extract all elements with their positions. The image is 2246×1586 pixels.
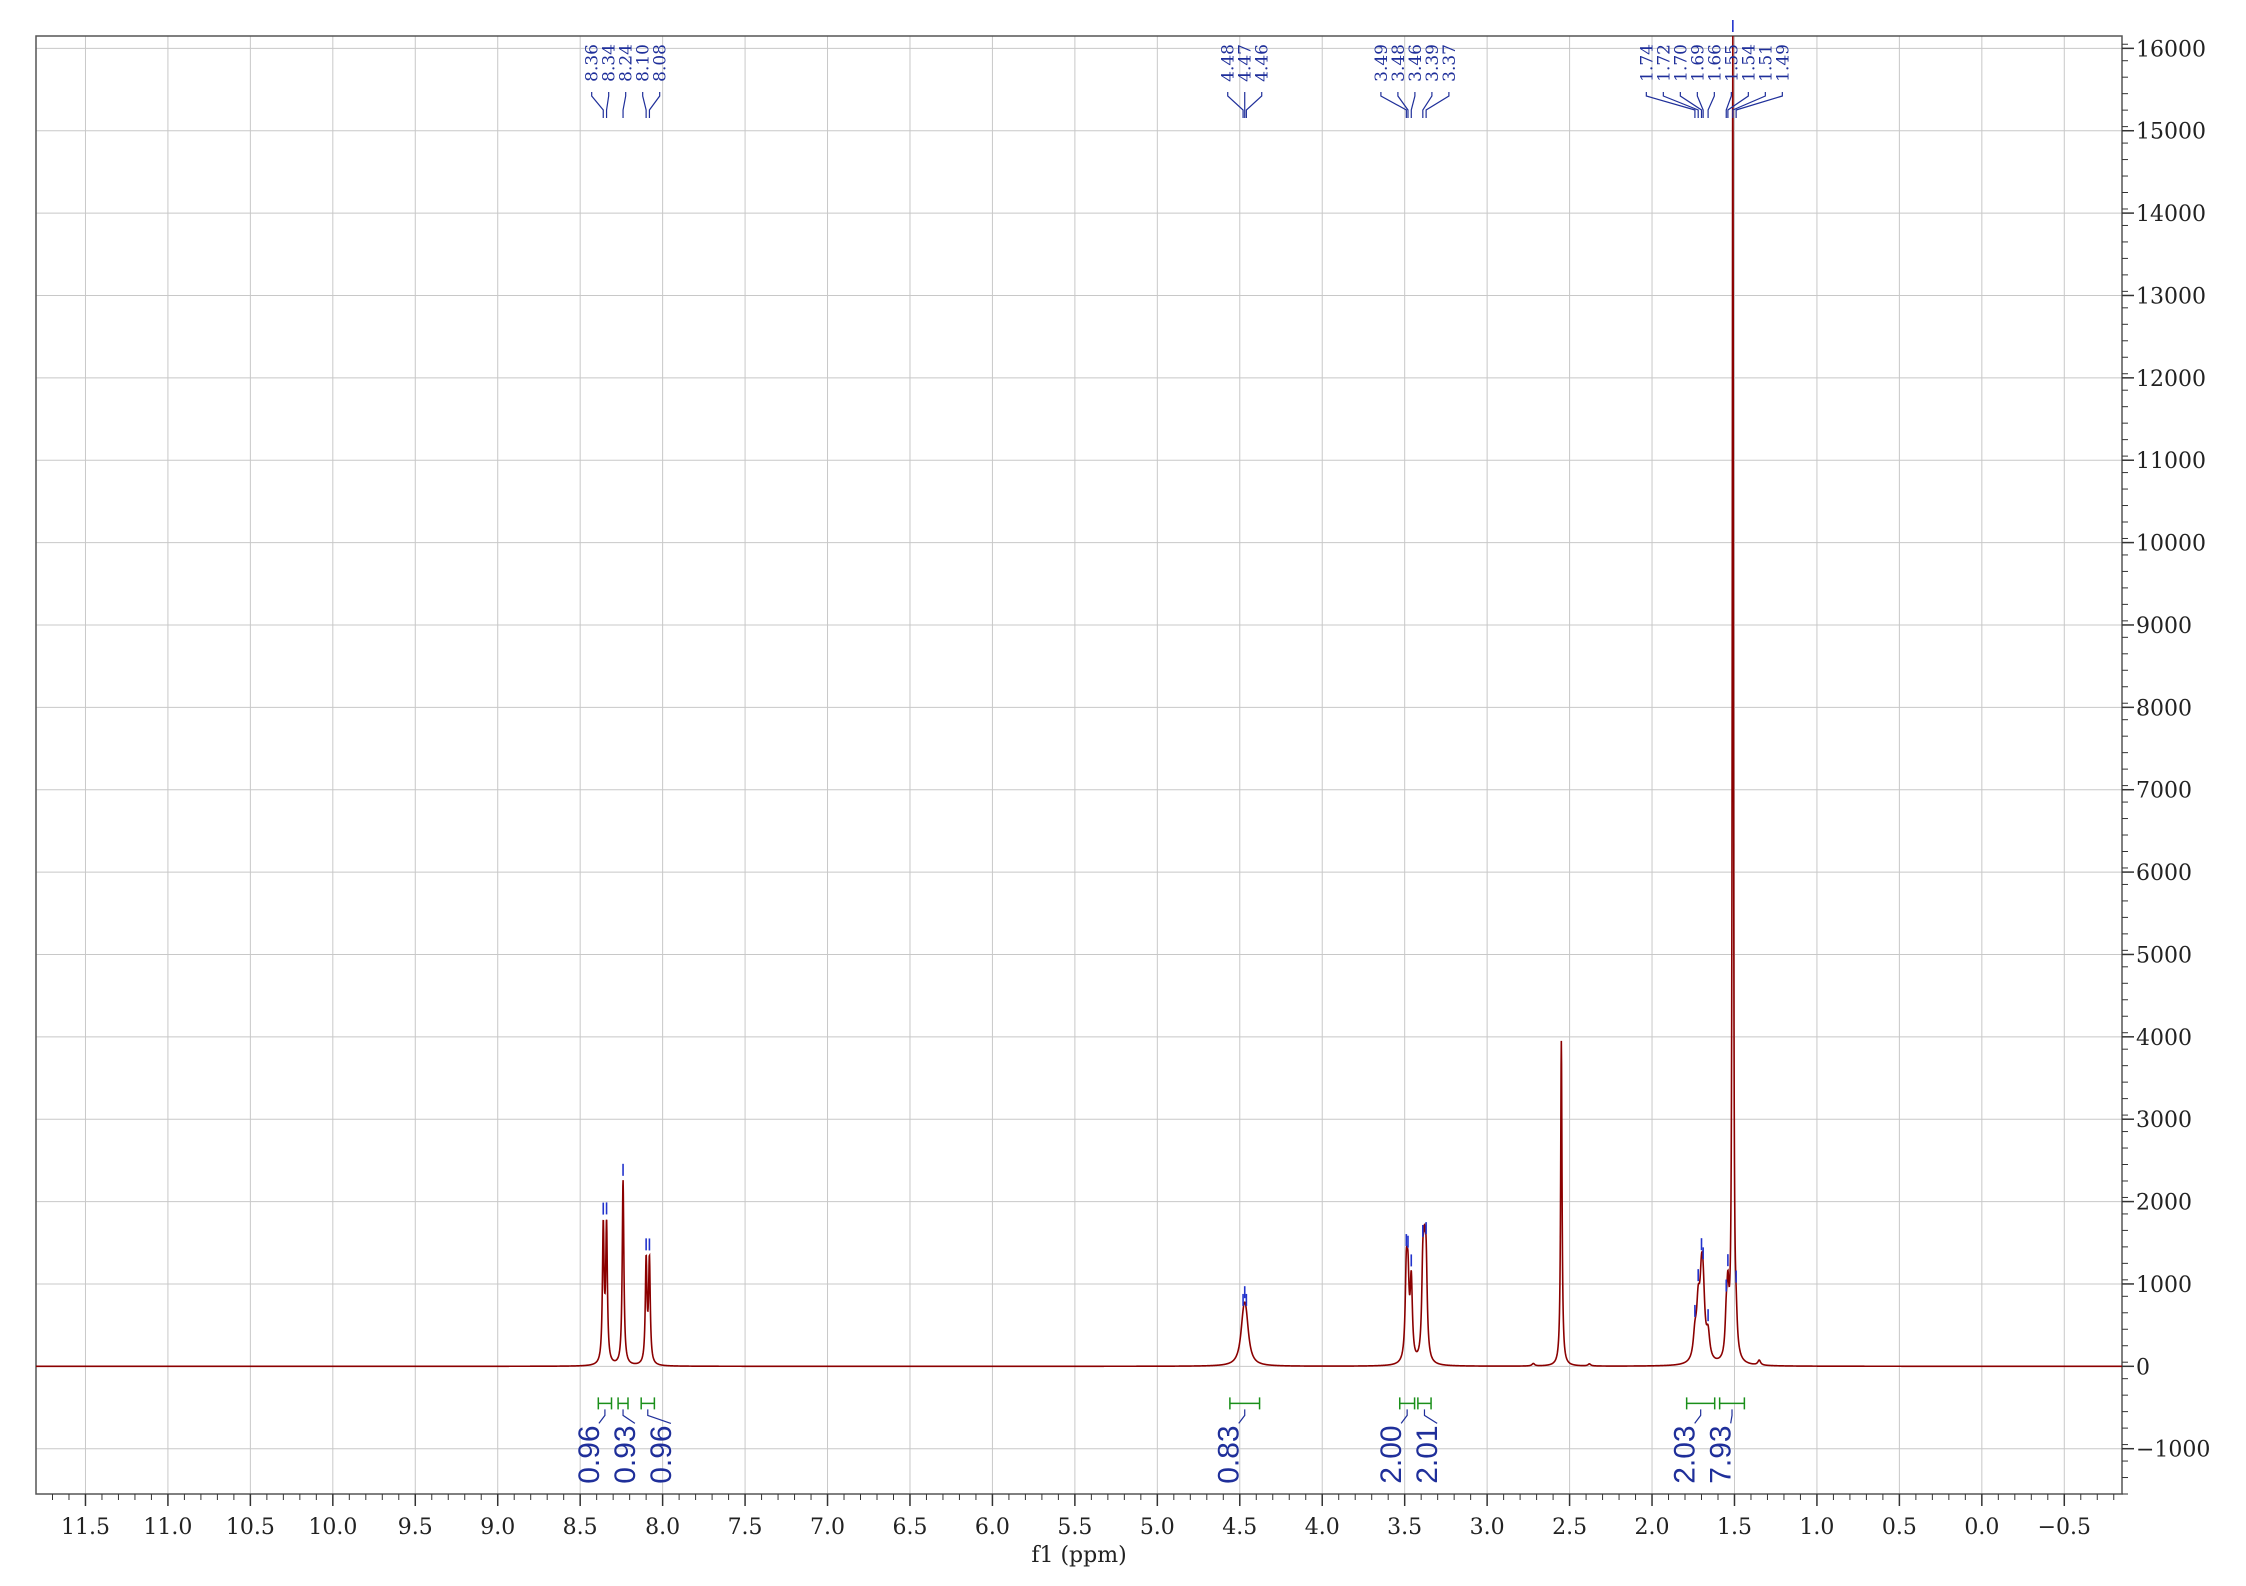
x-axis-title: f1 (ppm)	[1031, 1543, 1126, 1568]
peak-label: 8.08	[651, 44, 671, 82]
y-tick-label: −1000	[2136, 1438, 2210, 1463]
x-tick-label: 9.5	[398, 1515, 433, 1540]
y-tick-label: 3000	[2136, 1108, 2192, 1133]
x-tick-label: 6.0	[975, 1515, 1010, 1540]
x-tick-label: 0.0	[1964, 1515, 1999, 1540]
y-tick-label: 12000	[2136, 367, 2206, 392]
x-tick-label: 3.0	[1470, 1515, 1505, 1540]
x-tick-label: 7.0	[810, 1515, 845, 1540]
integral-label: 0.83	[1213, 1425, 1246, 1483]
y-tick-label: 16000	[2136, 37, 2206, 62]
y-tick-label: 11000	[2136, 449, 2206, 474]
x-tick-label: 2.5	[1552, 1515, 1587, 1540]
x-tick-label: 2.0	[1635, 1515, 1670, 1540]
integral-label: 2.01	[1411, 1425, 1444, 1483]
x-tick-label: 11.0	[143, 1515, 192, 1540]
y-tick-label: 4000	[2136, 1026, 2192, 1051]
x-tick-label: 9.0	[480, 1515, 515, 1540]
x-tick-label: 10.5	[226, 1515, 275, 1540]
y-tick-label: 8000	[2136, 696, 2192, 721]
y-tick-label: 6000	[2136, 861, 2192, 886]
integral-label: 7.93	[1705, 1425, 1738, 1483]
x-tick-label: 8.5	[563, 1515, 598, 1540]
integral-label: 2.00	[1375, 1425, 1408, 1483]
x-tick-label: 4.5	[1222, 1515, 1257, 1540]
nmr-spectrum-chart: 1600015000140001300012000110001000090008…	[0, 0, 2246, 1586]
x-tick-label: 1.0	[1799, 1515, 1834, 1540]
peak-label: 1.49	[1773, 44, 1793, 82]
x-tick-label: 0.5	[1882, 1515, 1917, 1540]
y-tick-label: 14000	[2136, 202, 2206, 227]
y-tick-label: 2000	[2136, 1191, 2192, 1216]
integral-label: 0.96	[645, 1425, 678, 1483]
peak-label: 3.37	[1440, 44, 1460, 82]
y-tick-label: 10000	[2136, 532, 2206, 557]
x-tick-label: 10.0	[308, 1515, 357, 1540]
x-tick-label: 1.5	[1717, 1515, 1752, 1540]
chart-background	[0, 0, 2246, 1586]
x-tick-label: 5.5	[1057, 1515, 1092, 1540]
y-tick-label: 7000	[2136, 779, 2192, 804]
x-tick-label: 5.0	[1140, 1515, 1175, 1540]
x-tick-label: 3.5	[1387, 1515, 1422, 1540]
y-tick-label: 9000	[2136, 614, 2192, 639]
x-tick-label: −0.5	[2038, 1515, 2091, 1540]
x-tick-label: 7.5	[728, 1515, 763, 1540]
integral-label: 2.03	[1669, 1425, 1702, 1483]
peak-label: 4.46	[1253, 44, 1273, 82]
y-tick-label: 0	[2136, 1355, 2150, 1380]
x-tick-label: 11.5	[61, 1515, 110, 1540]
y-tick-label: 13000	[2136, 284, 2206, 309]
x-tick-label: 8.0	[645, 1515, 680, 1540]
integral-label: 0.93	[609, 1425, 642, 1483]
integral-label: 0.96	[573, 1425, 606, 1483]
y-tick-label: 1000	[2136, 1273, 2192, 1298]
y-tick-label: 15000	[2136, 120, 2206, 145]
y-tick-label: 5000	[2136, 943, 2192, 968]
x-tick-label: 4.0	[1305, 1515, 1340, 1540]
x-tick-label: 6.5	[892, 1515, 927, 1540]
